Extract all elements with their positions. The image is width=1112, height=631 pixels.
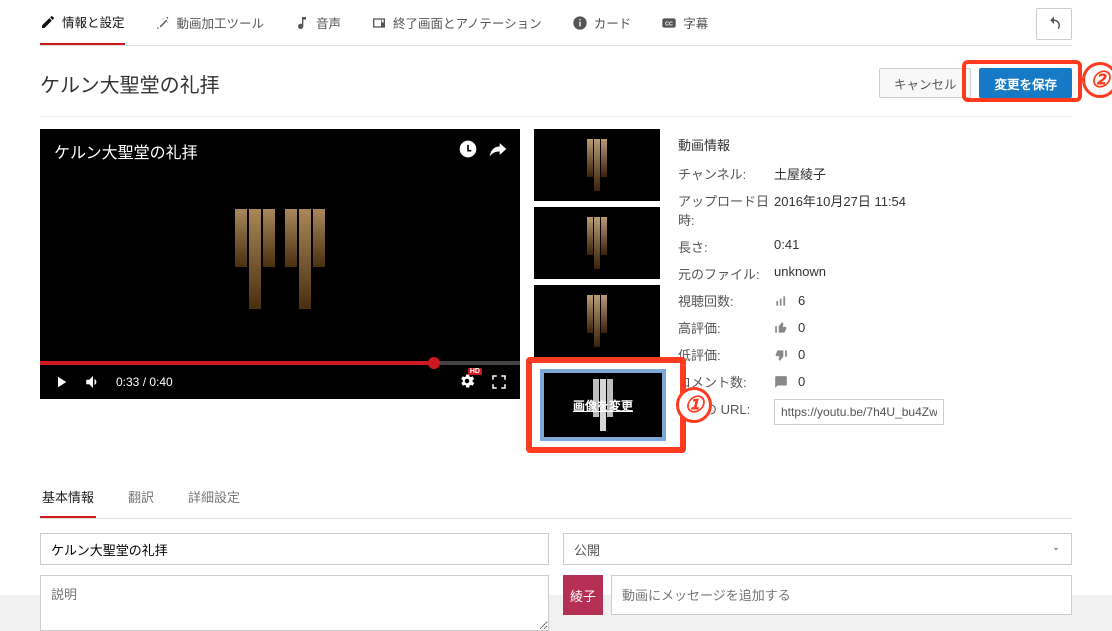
video-top-right-controls xyxy=(458,139,508,159)
hd-badge: HD xyxy=(468,368,482,375)
video-url-input[interactable] xyxy=(774,399,944,425)
main-row: ケルン大聖堂の礼拝 0:33 / 0:40 HD xyxy=(40,117,1072,447)
time-display: 0:33 / 0:40 xyxy=(116,375,173,389)
wand-icon xyxy=(155,15,171,31)
video-player[interactable]: ケルン大聖堂の礼拝 0:33 / 0:40 HD xyxy=(40,129,520,399)
endscreen-icon xyxy=(371,15,387,31)
tab-label: カード xyxy=(594,13,632,32)
cc-icon: CC xyxy=(661,15,677,31)
header-row: ケルン大聖堂の礼拝 キャンセル 変更を保存 xyxy=(40,46,1072,117)
sub-tab-basic[interactable]: 基本情報 xyxy=(40,477,96,518)
info-icon xyxy=(572,15,588,31)
url-value-wrapper xyxy=(774,399,1072,425)
tab-subtitles[interactable]: CC 字幕 xyxy=(661,1,708,44)
callout-2: ② xyxy=(1082,62,1112,98)
message-input[interactable] xyxy=(611,575,1072,615)
custom-thumbnail-wrapper: 画像を変更 ① xyxy=(534,363,664,447)
right-form: 公開 綾子 xyxy=(563,533,1072,631)
description-input[interactable] xyxy=(40,575,549,631)
title-input[interactable] xyxy=(40,533,549,565)
visibility-select[interactable]: 公開 xyxy=(563,533,1072,565)
custom-thumbnail-label: 画像を変更 xyxy=(573,397,633,414)
avatar: 綾子 xyxy=(563,575,603,615)
thumbnail-column: 画像を変更 ① xyxy=(534,129,664,447)
dislikes-label: 低評価: xyxy=(678,345,774,364)
comment-icon xyxy=(774,375,788,389)
left-form xyxy=(40,533,549,631)
page-title: ケルン大聖堂の礼拝 xyxy=(40,69,220,98)
thumbnail-option-3[interactable] xyxy=(534,285,660,357)
callout-1: ① xyxy=(676,387,712,423)
bars-icon xyxy=(774,294,788,308)
tab-cards[interactable]: カード xyxy=(572,1,632,44)
tab-label: 音声 xyxy=(316,13,341,32)
share-icon[interactable] xyxy=(488,139,508,159)
action-buttons: キャンセル 変更を保存 xyxy=(879,68,1072,98)
player-column: ケルン大聖堂の礼拝 0:33 / 0:40 HD xyxy=(40,129,520,447)
custom-thumbnail-button[interactable]: 画像を変更 xyxy=(540,369,666,441)
video-overlay-title: ケルン大聖堂の礼拝 xyxy=(54,139,198,163)
tab-audio[interactable]: 音声 xyxy=(294,1,341,44)
sub-tab-advanced[interactable]: 詳細設定 xyxy=(186,477,242,518)
views-label: 視聴回数: xyxy=(678,291,774,310)
tab-enhancements[interactable]: 動画加工ツール xyxy=(155,1,265,44)
tab-info-settings[interactable]: 情報と設定 xyxy=(40,0,125,45)
pencil-icon xyxy=(40,14,56,30)
video-content-placeholder xyxy=(235,209,325,309)
watch-later-icon[interactable] xyxy=(458,139,478,159)
dislikes-value: 0 xyxy=(774,345,1072,364)
tab-label: 字幕 xyxy=(683,13,708,32)
length-value: 0:41 xyxy=(774,237,1072,256)
channel-label: チャンネル: xyxy=(678,164,774,183)
sub-tabs: 基本情報 翻訳 詳細設定 xyxy=(40,477,1072,519)
undo-icon xyxy=(1045,15,1063,33)
play-icon[interactable] xyxy=(52,373,70,391)
file-label: 元のファイル: xyxy=(678,264,774,283)
svg-text:CC: CC xyxy=(665,21,673,27)
upload-value: 2016年10月27日 11:54 xyxy=(774,191,1072,229)
video-controls: 0:33 / 0:40 HD xyxy=(40,365,520,399)
thumbnail-option-2[interactable] xyxy=(534,207,660,279)
thumbs-down-icon xyxy=(774,348,788,362)
form-row: 公開 綾子 xyxy=(40,533,1072,631)
undo-button[interactable] xyxy=(1036,8,1072,40)
info-column: 動画情報 チャンネル: 土屋綾子 アップロード日時: 2016年10月27日 1… xyxy=(678,129,1072,447)
info-heading: 動画情報 xyxy=(678,129,1072,164)
tab-label: 動画加工ツール xyxy=(177,13,265,32)
views-value: 6 xyxy=(774,291,1072,310)
likes-label: 高評価: xyxy=(678,318,774,337)
upload-label: アップロード日時: xyxy=(678,191,774,229)
tab-label: 終了画面とアノテーション xyxy=(393,13,542,32)
visibility-value: 公開 xyxy=(574,540,600,559)
sub-tab-translate[interactable]: 翻訳 xyxy=(126,477,156,518)
file-value: unknown xyxy=(774,264,1072,283)
comments-value: 0 xyxy=(774,372,1072,391)
settings-icon-wrapper[interactable]: HD xyxy=(458,372,476,393)
video-info-table: チャンネル: 土屋綾子 アップロード日時: 2016年10月27日 11:54 … xyxy=(678,164,1072,425)
message-row: 綾子 xyxy=(563,575,1072,615)
likes-value: 0 xyxy=(774,318,1072,337)
save-button[interactable]: 変更を保存 xyxy=(979,68,1072,98)
volume-icon[interactable] xyxy=(84,373,102,391)
music-note-icon xyxy=(294,15,310,31)
tab-endscreen[interactable]: 終了画面とアノテーション xyxy=(371,1,542,44)
cancel-button[interactable]: キャンセル xyxy=(879,68,972,98)
thumbnail-option-1[interactable] xyxy=(534,129,660,201)
thumbs-up-icon xyxy=(774,321,788,335)
editor-top-tabs: 情報と設定 動画加工ツール 音声 終了画面とアノテーション カード CC 字幕 xyxy=(40,0,1072,46)
length-label: 長さ: xyxy=(678,237,774,256)
channel-value[interactable]: 土屋綾子 xyxy=(774,164,1072,183)
tab-label: 情報と設定 xyxy=(62,12,125,31)
fullscreen-icon[interactable] xyxy=(490,373,508,391)
chevron-down-icon xyxy=(1051,544,1061,554)
